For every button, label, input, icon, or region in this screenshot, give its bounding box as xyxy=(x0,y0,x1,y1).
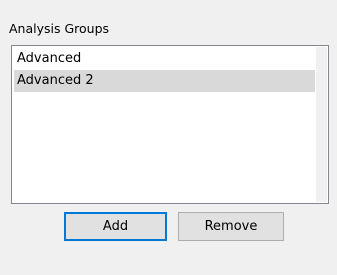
analysis-groups-listbox[interactable]: Advanced Advanced 2 xyxy=(11,45,329,204)
analysis-groups-label: Analysis Groups xyxy=(9,21,110,36)
list-scroll-strip xyxy=(316,47,327,202)
remove-button[interactable]: Remove xyxy=(178,212,284,241)
list-item-advanced-2[interactable]: Advanced 2 xyxy=(14,70,315,92)
add-button[interactable]: Add xyxy=(64,212,167,241)
list-item-advanced[interactable]: Advanced xyxy=(14,48,315,70)
analysis-groups-list: Advanced Advanced 2 xyxy=(14,48,315,201)
